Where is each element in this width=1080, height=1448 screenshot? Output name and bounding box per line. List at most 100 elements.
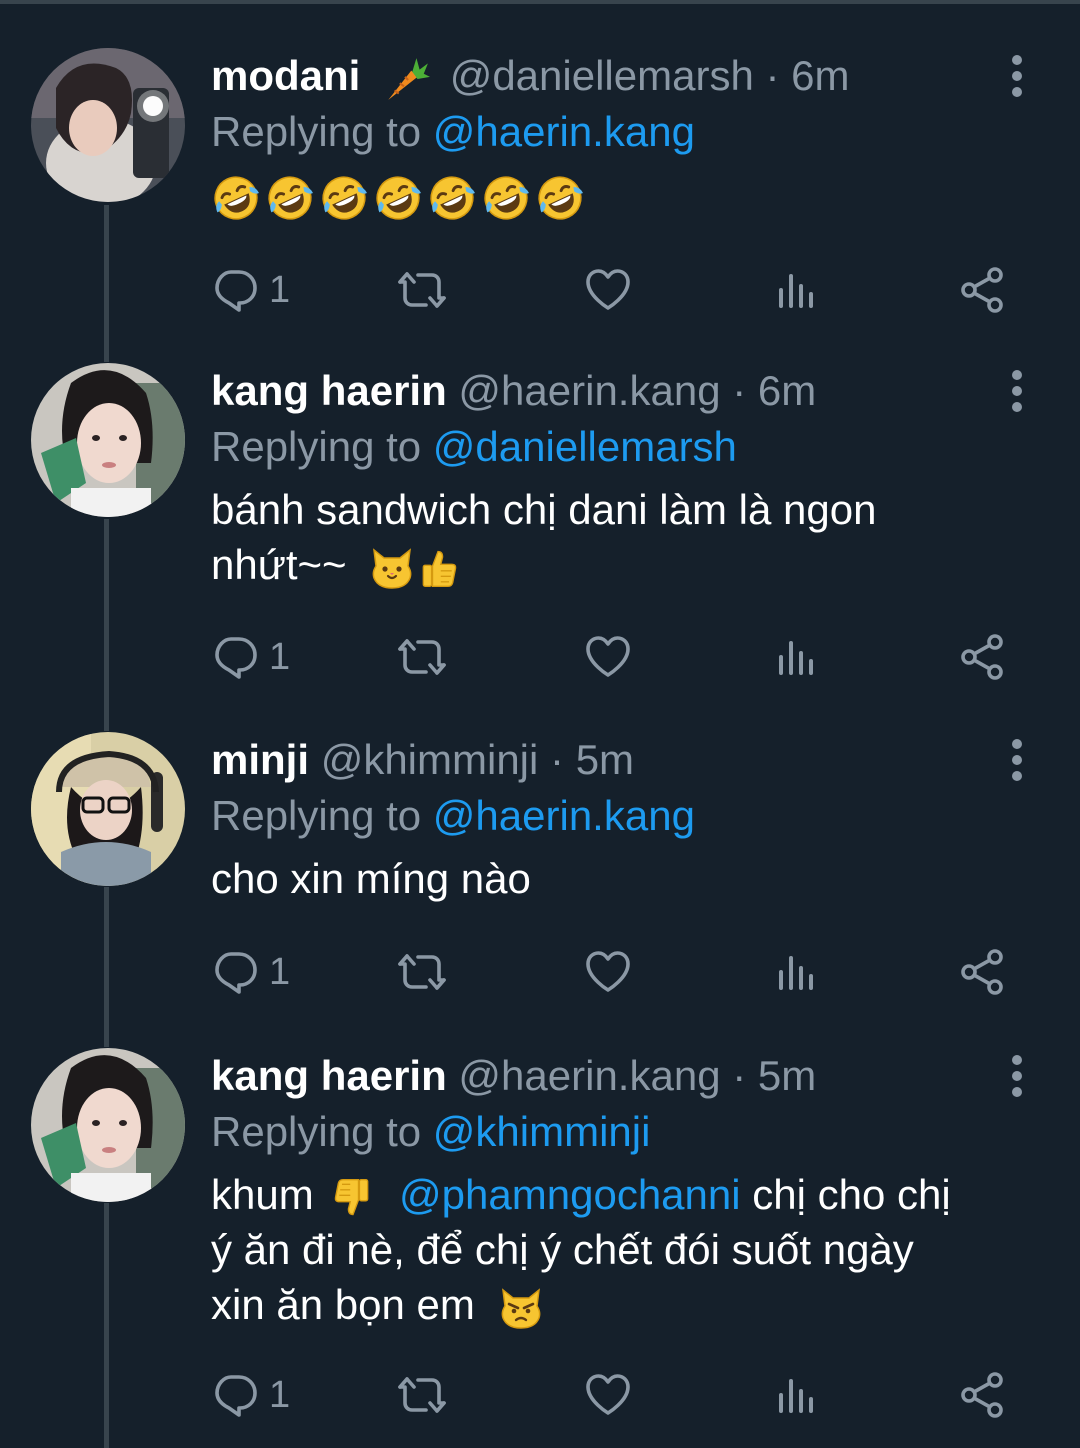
rofl-emoji-icon — [373, 173, 423, 223]
heart-icon — [584, 1371, 632, 1419]
rofl-emoji-icon — [265, 173, 315, 223]
more-options-icon[interactable] — [1000, 738, 1034, 782]
like-button[interactable] — [584, 1370, 632, 1420]
tweet-body — [211, 167, 1031, 217]
tweet-text-line: xin ăn bọn em — [211, 1277, 1031, 1332]
tweet-text: cho xin míng nào — [211, 855, 531, 902]
replying-to: Replying to @khimminji — [211, 1104, 1031, 1160]
tweet-actions: 1 — [211, 1370, 1031, 1420]
more-options-icon[interactable] — [1000, 369, 1034, 413]
tweet-text: nhứt~~ — [211, 541, 347, 588]
tweet-body: khum @phamngochanni chị cho chị ý ăn đi … — [211, 1167, 1031, 1332]
replying-label: Replying to — [211, 792, 422, 839]
more-options-icon[interactable] — [1000, 1054, 1034, 1098]
timestamp[interactable]: 5m — [758, 1052, 816, 1099]
like-button[interactable] — [584, 265, 632, 315]
tweet-text-line: khum @phamngochanni chị cho chị — [211, 1167, 1031, 1222]
timestamp[interactable]: 6m — [758, 367, 816, 414]
mention-link[interactable]: @phamngochanni — [399, 1171, 741, 1218]
display-name[interactable]: kang haerin — [211, 1052, 447, 1099]
avatar[interactable] — [31, 1048, 185, 1202]
user-handle[interactable]: @khimminji — [321, 736, 539, 783]
share-button[interactable] — [959, 1370, 1007, 1420]
tweet-text-line: bánh sandwich chị dani làm là ngon — [211, 486, 877, 533]
tweet-header: minji @khimminji · 5m — [211, 732, 1031, 788]
views-icon — [773, 1371, 821, 1419]
reply-mention-link[interactable]: @daniellemarsh — [433, 423, 737, 470]
retweet-icon — [397, 266, 447, 314]
reply-icon — [211, 1371, 259, 1419]
tweet-body: cho xin míng nào — [211, 851, 1031, 906]
like-button[interactable] — [584, 632, 632, 682]
views-button[interactable] — [773, 1370, 821, 1420]
user-handle[interactable]: @haerin.kang — [458, 367, 720, 414]
separator: · — [765, 52, 780, 99]
views-button[interactable] — [773, 632, 821, 682]
thumbs-up-emoji-icon — [416, 544, 460, 592]
avatar[interactable] — [31, 48, 185, 202]
tweet-header: kang haerin @haerin.kang · 5m — [211, 1048, 1031, 1104]
tweet-content: modani @daniellemarsh · 6m Replying to @… — [211, 48, 1031, 217]
user-handle[interactable]: @daniellemarsh — [450, 52, 754, 99]
views-icon — [773, 948, 821, 996]
share-button[interactable] — [959, 947, 1007, 997]
share-button[interactable] — [959, 632, 1007, 682]
reply-button[interactable]: 1 — [211, 1370, 290, 1420]
timestamp[interactable]: 5m — [576, 736, 634, 783]
reply-icon — [211, 948, 259, 996]
retweet-icon — [397, 948, 447, 996]
reply-mention-link[interactable]: @haerin.kang — [433, 792, 695, 839]
like-button[interactable] — [584, 947, 632, 997]
views-icon — [773, 633, 821, 681]
rofl-emoji-icon — [211, 173, 261, 223]
reply-icon — [211, 633, 259, 681]
display-name[interactable]: kang haerin — [211, 367, 447, 414]
avatar[interactable] — [31, 363, 185, 517]
avatar[interactable] — [31, 732, 185, 886]
share-icon — [959, 266, 1007, 314]
replying-label: Replying to — [211, 1108, 422, 1155]
share-button[interactable] — [959, 265, 1007, 315]
user-handle[interactable]: @haerin.kang — [458, 1052, 720, 1099]
tweet-actions: 1 — [211, 947, 1031, 997]
thread-line — [104, 887, 109, 1047]
rofl-emoji-icon — [535, 173, 585, 223]
views-button[interactable] — [773, 947, 821, 997]
carrot-icon — [380, 54, 430, 104]
heart-icon — [584, 633, 632, 681]
tweet-header: kang haerin @haerin.kang · 6m — [211, 363, 1031, 419]
more-options-icon[interactable] — [1000, 54, 1034, 98]
reply-button[interactable]: 1 — [211, 632, 290, 682]
display-name[interactable]: minji — [211, 736, 309, 783]
display-name[interactable]: modani — [211, 52, 360, 99]
tweet-text: khum — [211, 1171, 314, 1218]
reply-count: 1 — [269, 635, 291, 678]
retweet-button[interactable] — [397, 947, 447, 997]
replying-label: Replying to — [211, 108, 422, 155]
tweet-header: modani @daniellemarsh · 6m — [211, 48, 1031, 104]
tweet-text: chị cho chị — [752, 1171, 951, 1218]
retweet-button[interactable] — [397, 632, 447, 682]
timestamp[interactable]: 6m — [791, 52, 849, 99]
retweet-icon — [397, 633, 447, 681]
tweet-text: xin ăn bọn em — [211, 1281, 475, 1328]
tweet-body: bánh sandwich chị dani làm là ngon nhứt~… — [211, 482, 1031, 592]
tweet-text-line: ý ăn đi nè, để chị ý chết đói suốt ngày — [211, 1226, 914, 1273]
reply-mention-link[interactable]: @haerin.kang — [433, 108, 695, 155]
heart-icon — [584, 266, 632, 314]
reply-count: 1 — [269, 268, 291, 311]
views-button[interactable] — [773, 265, 821, 315]
retweet-button[interactable] — [397, 265, 447, 315]
share-icon — [959, 948, 1007, 996]
retweet-button[interactable] — [397, 1370, 447, 1420]
rofl-emoji-icon — [481, 173, 531, 223]
reply-mention-link[interactable]: @khimminji — [433, 1108, 651, 1155]
reply-button[interactable]: 1 — [211, 265, 290, 315]
reply-count: 1 — [269, 1373, 291, 1416]
thumbs-down-emoji-icon — [331, 1174, 375, 1222]
thread-line — [104, 1203, 109, 1448]
reply-button[interactable]: 1 — [211, 947, 290, 997]
reply-count: 1 — [269, 950, 291, 993]
replying-label: Replying to — [211, 423, 422, 470]
retweet-icon — [397, 1371, 447, 1419]
